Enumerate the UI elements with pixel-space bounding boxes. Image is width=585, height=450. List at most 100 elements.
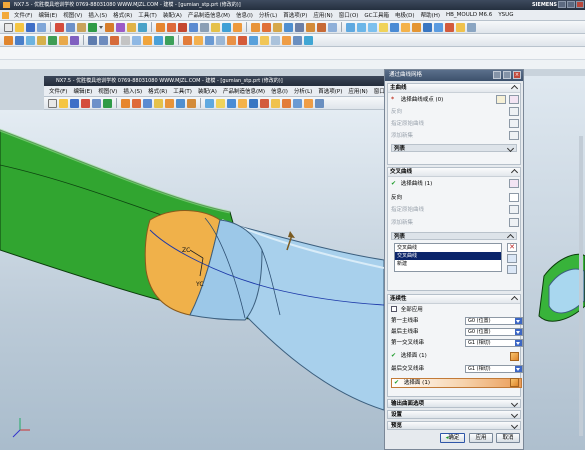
shaded-icon[interactable] [390, 22, 399, 32]
menu-pmi[interactable]: 产品制造信息(M) [185, 11, 233, 19]
collapse-chevron-icon[interactable] [510, 295, 519, 304]
n-sided-surface-icon[interactable] [216, 35, 225, 45]
inner-menu-file[interactable]: 文件(F) [46, 87, 70, 95]
expand-chevron-icon[interactable] [510, 421, 519, 430]
analysis-icon[interactable] [304, 35, 313, 45]
expand-chevron-icon[interactable] [506, 144, 515, 153]
subtract-icon[interactable] [262, 22, 271, 32]
undo-icon[interactable] [88, 22, 97, 32]
collapse-chevron-icon[interactable] [510, 168, 519, 177]
menu-view[interactable]: 视图(V) [60, 11, 85, 19]
inner-menu-view[interactable]: 视图(V) [95, 87, 120, 95]
dialog-collapse-button[interactable] [503, 71, 511, 79]
continuity-header[interactable]: 连续性 [388, 295, 520, 304]
viewport-scrollbar[interactable] [579, 136, 583, 436]
inner-menu-window[interactable]: 窗口(O) [371, 87, 384, 95]
point-icon[interactable] [110, 35, 119, 45]
expand-chevron-icon[interactable] [510, 410, 519, 419]
menu-assembly[interactable]: 装配(A) [160, 11, 185, 19]
preview-group[interactable]: 预览 [387, 421, 521, 430]
parting-icon[interactable] [15, 35, 24, 45]
menu-analysis[interactable]: 分析(L) [256, 11, 280, 19]
window-menu-icon[interactable] [2, 11, 9, 19]
select-primary-row[interactable]: * 选择曲线或点 (0) [391, 96, 443, 104]
inner-measure-icon[interactable] [315, 98, 324, 108]
paste-icon[interactable] [77, 22, 86, 32]
apply-button[interactable]: 应用 [469, 433, 493, 443]
cylinder-icon[interactable] [167, 22, 176, 32]
menu-insert[interactable]: 插入(S) [85, 11, 110, 19]
thicken-icon[interactable] [282, 35, 291, 45]
view-front-icon[interactable] [346, 22, 355, 32]
layer-icon[interactable] [456, 22, 465, 32]
new-file-icon[interactable] [4, 22, 13, 32]
last-cross-select[interactable]: G1 (相切) [465, 365, 523, 373]
reverse-direction-icon[interactable] [509, 107, 519, 116]
inner-sphere-icon[interactable] [143, 98, 152, 108]
inner-layer-icon[interactable] [271, 98, 280, 108]
through-curve-mesh-icon[interactable] [194, 35, 203, 45]
menu-gc-toolbox[interactable]: GC工具箱 [361, 11, 392, 19]
first-cross-select[interactable]: G1 (相切) [465, 339, 523, 347]
cone-icon[interactable] [178, 22, 187, 32]
dropdown-arrow-icon[interactable] [99, 25, 103, 29]
dialog-close-button[interactable]: × [513, 71, 521, 79]
inner-menu-application[interactable]: 应用(N) [345, 87, 370, 95]
cut-icon[interactable] [55, 22, 64, 32]
add-new-set-icon[interactable] [509, 131, 519, 140]
menu-hb-mould[interactable]: HB_MOULD M6.6 [443, 12, 495, 18]
menu-edit[interactable]: 编辑(E) [35, 11, 60, 19]
wcs-icon[interactable] [467, 22, 476, 32]
dropdown-arrow-icon[interactable] [515, 329, 522, 335]
inner-swept-icon[interactable] [293, 98, 302, 108]
primary-reverse-row[interactable]: 反向 [391, 108, 402, 116]
through-curves-icon[interactable] [183, 35, 192, 45]
mold-base-icon[interactable] [37, 35, 46, 45]
inner-cut-icon[interactable] [81, 98, 90, 108]
pan-icon[interactable] [434, 22, 443, 32]
inner-menu-tools[interactable]: 工具(T) [170, 87, 195, 95]
settings-group[interactable]: 设置 [387, 410, 521, 419]
curve-icon[interactable] [70, 35, 79, 45]
inner-menu-insert[interactable]: 插入(S) [120, 87, 145, 95]
collapse-chevron-icon[interactable] [506, 233, 515, 242]
inner-unite-icon[interactable] [165, 98, 174, 108]
inner-iso-icon[interactable] [216, 98, 225, 108]
swept-icon[interactable] [205, 35, 214, 45]
inner-rotate-icon[interactable] [249, 98, 258, 108]
last-primary-select[interactable]: G0 (位置) [465, 328, 523, 336]
cross-curve-list[interactable]: 交叉曲线 交叉曲线 新建 [394, 243, 502, 272]
primary-curves-header[interactable]: 主曲线 [388, 84, 520, 93]
origin-curve-icon[interactable] [509, 119, 519, 128]
electrode-icon[interactable] [48, 35, 57, 45]
edge-blend-icon[interactable] [306, 22, 315, 32]
primary-list-header[interactable]: 列表 [391, 144, 517, 153]
move-down-icon[interactable] [507, 265, 517, 274]
cross-origin-row[interactable]: 指定原始曲线 [391, 206, 424, 214]
menu-preferences[interactable]: 首选项(P) [280, 11, 310, 19]
inner-blend-icon[interactable] [187, 98, 196, 108]
select-curve-icon[interactable] [509, 179, 519, 188]
extension-icon[interactable] [260, 35, 269, 45]
hole-icon[interactable] [200, 22, 209, 32]
list-item[interactable]: 交叉曲线 [395, 244, 501, 252]
join-curve-icon[interactable] [165, 35, 174, 45]
dropdown-arrow-icon[interactable] [515, 340, 522, 346]
inner-block-icon[interactable] [121, 98, 130, 108]
cross-reverse-row[interactable]: 反向 [391, 194, 402, 202]
copy-icon[interactable] [66, 22, 75, 32]
primary-origin-row[interactable]: 指定原始曲线 [391, 120, 424, 128]
inner-menu-format[interactable]: 格式(R) [145, 87, 170, 95]
inner-open-icon[interactable] [59, 98, 68, 108]
print-icon[interactable] [37, 22, 46, 32]
cross-list-header[interactable]: 列表 [391, 232, 517, 242]
cross-curves-header[interactable]: 交叉曲线 [388, 168, 520, 177]
spline-icon[interactable] [121, 35, 130, 45]
section-icon[interactable] [445, 22, 454, 32]
arc-icon[interactable] [99, 35, 108, 45]
menu-electrode[interactable]: 电极(D) [392, 11, 418, 19]
pocket-icon[interactable] [222, 22, 231, 32]
bridge-curve-icon[interactable] [154, 35, 163, 45]
ok-button[interactable]: ◂确定 [440, 433, 465, 443]
cross-add-set-row[interactable]: 添加新集 [391, 219, 413, 227]
